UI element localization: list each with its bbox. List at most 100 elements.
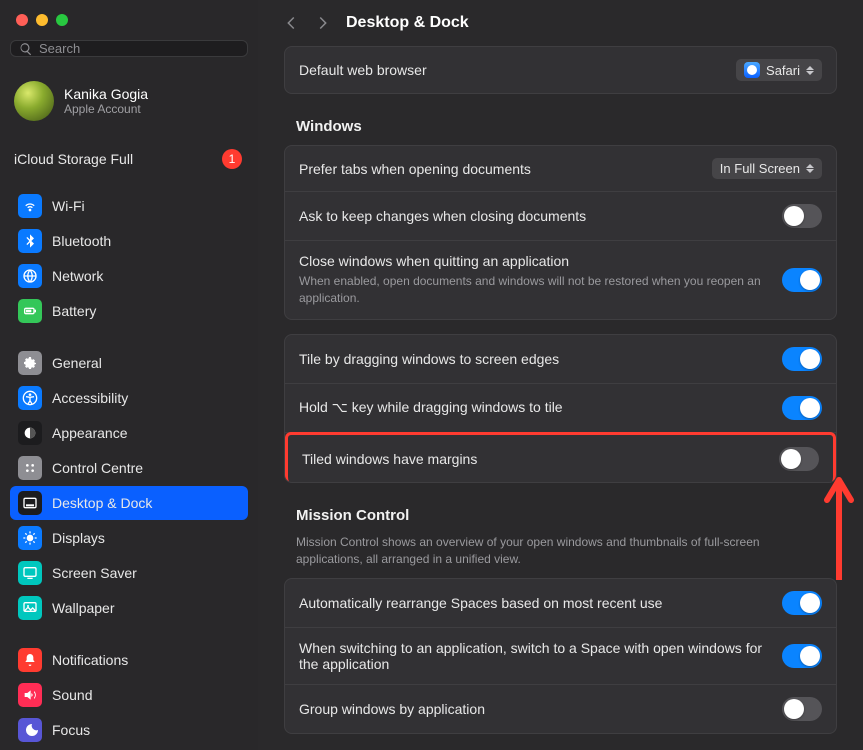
sidebar-item-bluetooth[interactable]: Bluetooth: [10, 224, 248, 258]
close-quit-toggle[interactable]: [782, 268, 822, 292]
mission-section-desc: Mission Control shows an overview of you…: [296, 534, 829, 569]
auto-rearrange-row: Automatically rearrange Spaces based on …: [285, 579, 836, 628]
close-quit-desc: When enabled, open documents and windows…: [299, 273, 766, 307]
bluetooth-icon: [18, 229, 42, 253]
browser-panel: Default web browser Safari: [284, 46, 837, 94]
accessibility-icon: [18, 386, 42, 410]
sidebar-item-label: Wallpaper: [52, 600, 115, 616]
sidebar-item-label: Bluetooth: [52, 233, 111, 249]
window-controls: [10, 10, 248, 40]
sidebar-item-label: Focus: [52, 722, 90, 738]
network-icon: [18, 264, 42, 288]
sidebar-item-label: Accessibility: [52, 390, 128, 406]
sidebar-item-label: Sound: [52, 687, 92, 703]
sidebar-item-network[interactable]: Network: [10, 259, 248, 293]
tiling-panel: Tile by dragging windows to screen edges…: [284, 334, 837, 483]
switch-space-row: When switching to an application, switch…: [285, 628, 836, 685]
sidebar-item-notifications[interactable]: Notifications: [10, 643, 248, 677]
sidebar-item-label: Network: [52, 268, 103, 284]
sidebar-item-label: Appearance: [52, 425, 128, 441]
nav-group-connectivity: Wi-Fi Bluetooth Network Battery: [10, 189, 248, 328]
windows-panel-1: Prefer tabs when opening documents In Fu…: [284, 145, 837, 320]
fullscreen-window-button[interactable]: [56, 14, 68, 26]
content-scroll[interactable]: Default web browser Safari Windows Prefe…: [258, 46, 863, 750]
sidebar-item-focus[interactable]: Focus: [10, 713, 248, 747]
nav-group-alerts: Notifications Sound Focus: [10, 643, 248, 747]
tile-edges-label: Tile by dragging windows to screen edges: [299, 351, 766, 367]
sidebar-item-label: Desktop & Dock: [52, 495, 152, 511]
sidebar-item-label: Wi-Fi: [52, 198, 85, 214]
screensaver-icon: [18, 561, 42, 585]
prefer-tabs-value: In Full Screen: [720, 161, 800, 176]
auto-rearrange-toggle[interactable]: [782, 591, 822, 615]
search-icon: [19, 42, 33, 56]
sidebar-item-label: Screen Saver: [52, 565, 137, 581]
sidebar-item-label: Battery: [52, 303, 96, 319]
group-windows-toggle[interactable]: [782, 697, 822, 721]
sidebar-item-battery[interactable]: Battery: [10, 294, 248, 328]
sidebar-item-label: Control Centre: [52, 460, 143, 476]
sidebar-item-general[interactable]: General: [10, 346, 248, 380]
appearance-icon: [18, 421, 42, 445]
mission-section-title: Mission Control: [296, 507, 837, 524]
gear-icon: [18, 351, 42, 375]
ask-keep-label: Ask to keep changes when closing documen…: [299, 208, 766, 224]
focus-icon: [18, 718, 42, 742]
search-placeholder: Search: [39, 41, 80, 56]
dock-icon: [18, 491, 42, 515]
header: Desktop & Dock: [258, 0, 863, 46]
wifi-icon: [18, 194, 42, 218]
default-browser-select[interactable]: Safari: [736, 59, 822, 81]
sidebar-item-label: Displays: [52, 530, 105, 546]
sound-icon: [18, 683, 42, 707]
windows-section-title: Windows: [296, 118, 837, 135]
tile-edges-row: Tile by dragging windows to screen edges: [285, 335, 836, 384]
search-input[interactable]: Search: [10, 40, 248, 57]
tile-edges-toggle[interactable]: [782, 347, 822, 371]
displays-icon: [18, 526, 42, 550]
icloud-storage-row[interactable]: iCloud Storage Full 1: [10, 139, 248, 189]
sidebar-item-sound[interactable]: Sound: [10, 678, 248, 712]
back-button[interactable]: [282, 14, 300, 32]
switch-space-label: When switching to an application, switch…: [299, 640, 766, 672]
default-browser-value: Safari: [766, 63, 800, 78]
safari-icon: [744, 62, 760, 78]
updown-icon: [806, 63, 816, 77]
switch-space-toggle[interactable]: [782, 644, 822, 668]
ask-keep-toggle[interactable]: [782, 204, 822, 228]
group-windows-label: Group windows by application: [299, 701, 766, 717]
main-pane: Desktop & Dock Default web browser Safar…: [258, 0, 863, 750]
hold-option-toggle[interactable]: [782, 396, 822, 420]
bell-icon: [18, 648, 42, 672]
sidebar-item-control-centre[interactable]: Control Centre: [10, 451, 248, 485]
control-icon: [18, 456, 42, 480]
tiled-margins-row: Tiled windows have margins: [285, 432, 836, 483]
tiled-margins-label: Tiled windows have margins: [302, 451, 763, 467]
close-window-button[interactable]: [16, 14, 28, 26]
close-quit-label: Close windows when quitting an applicati…: [299, 253, 766, 269]
sidebar-item-label: Notifications: [52, 652, 128, 668]
sidebar-item-accessibility[interactable]: Accessibility: [10, 381, 248, 415]
account-sub: Apple Account: [64, 102, 148, 116]
minimize-window-button[interactable]: [36, 14, 48, 26]
close-quit-row: Close windows when quitting an applicati…: [285, 241, 836, 319]
wallpaper-icon: [18, 596, 42, 620]
sidebar-item-wi-fi[interactable]: Wi-Fi: [10, 189, 248, 223]
auto-rearrange-label: Automatically rearrange Spaces based on …: [299, 595, 766, 611]
sidebar-item-displays[interactable]: Displays: [10, 521, 248, 555]
nav-group-system: General Accessibility Appearance Control Ce…: [10, 346, 248, 625]
default-browser-row: Default web browser Safari: [285, 47, 836, 93]
sidebar-item-screen-saver[interactable]: Screen Saver: [10, 556, 248, 590]
prefer-tabs-select[interactable]: In Full Screen: [712, 158, 822, 179]
forward-button[interactable]: [314, 14, 332, 32]
sidebar-item-desktop-dock[interactable]: Desktop & Dock: [10, 486, 248, 520]
updown-icon: [806, 162, 816, 176]
group-windows-row: Group windows by application: [285, 685, 836, 733]
battery-icon: [18, 299, 42, 323]
storage-badge: 1: [222, 149, 242, 169]
account-row[interactable]: Kanika Gogia Apple Account: [10, 75, 248, 139]
tiled-margins-toggle[interactable]: [779, 447, 819, 471]
sidebar-item-appearance[interactable]: Appearance: [10, 416, 248, 450]
prefer-tabs-label: Prefer tabs when opening documents: [299, 161, 696, 177]
sidebar-item-wallpaper[interactable]: Wallpaper: [10, 591, 248, 625]
